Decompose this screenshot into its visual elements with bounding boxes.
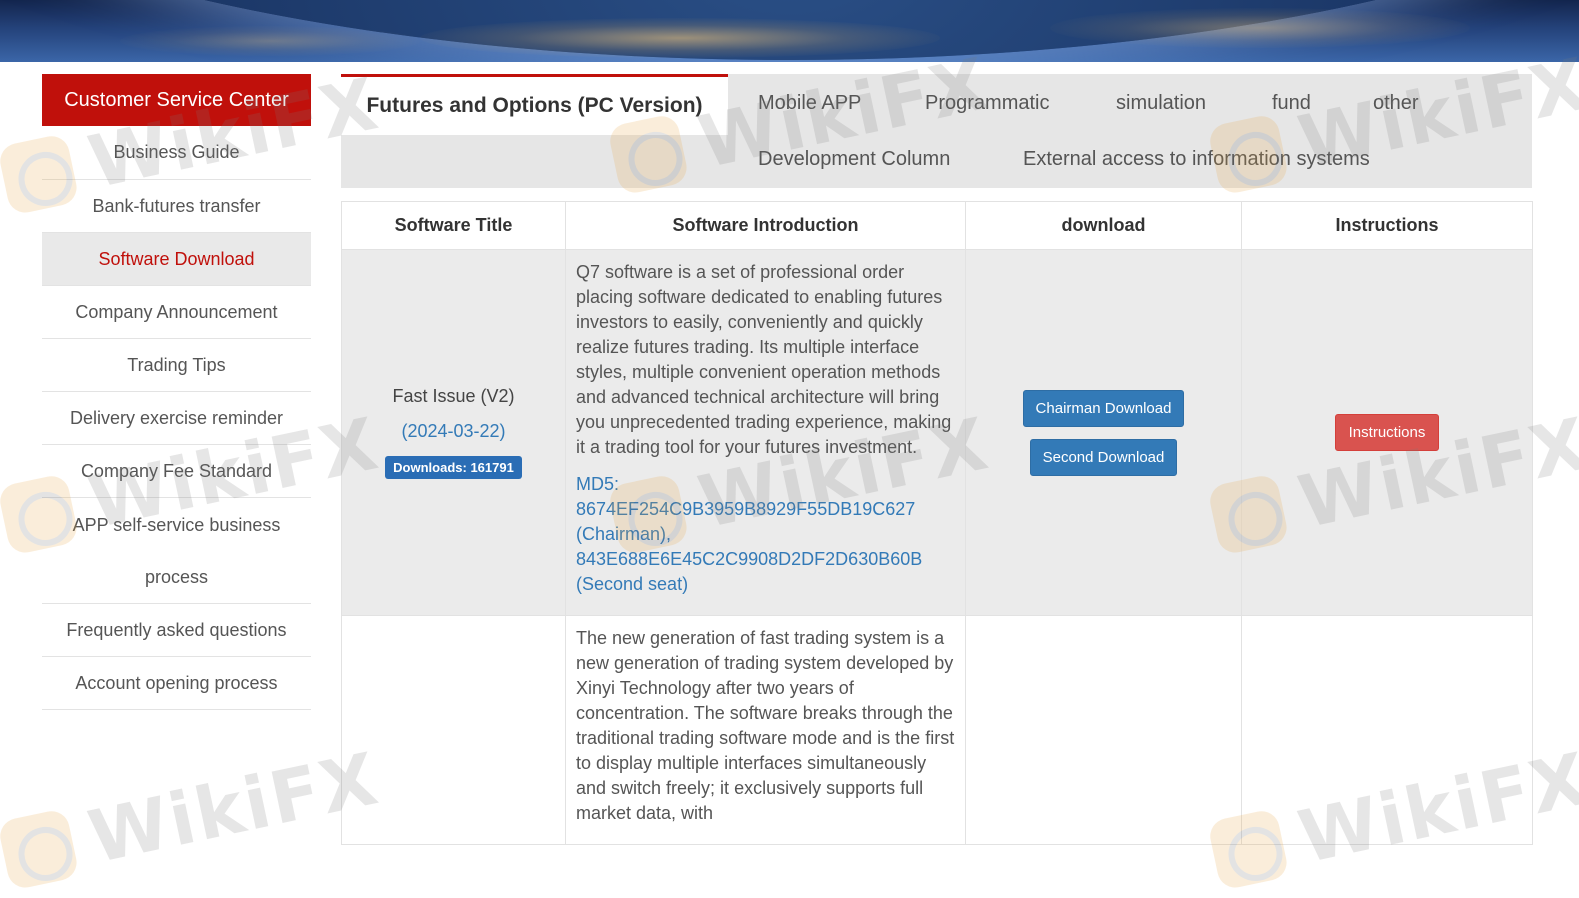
software-intro-cell: The new generation of fast trading syste… [565, 615, 966, 845]
sidebar-item-bank-futures-transfer[interactable]: Bank-futures transfer [42, 180, 311, 233]
sidebar-item-business-guide[interactable]: Business Guide [42, 126, 311, 180]
city-lights [1050, 8, 1470, 48]
top-banner [0, 0, 1579, 62]
header-software-title: Software Title [341, 201, 566, 250]
header-software-introduction: Software Introduction [565, 201, 966, 250]
download-cell [965, 615, 1242, 845]
tab-programmatic[interactable]: Programmatic [925, 92, 1049, 115]
header-instructions: Instructions [1241, 201, 1533, 250]
chairman-download-button[interactable]: Chairman Download [1022, 389, 1185, 427]
software-intro-cell: Q7 software is a set of professional ord… [565, 249, 966, 616]
sidebar-item-company-announcement[interactable]: Company Announcement [42, 286, 311, 339]
tab-bar: Futures and Options (PC Version) Mobile … [341, 74, 1532, 188]
software-date: (2024-03-22) [401, 421, 506, 441]
tab-simulation[interactable]: simulation [1116, 92, 1206, 115]
sidebar-item-faq[interactable]: Frequently asked questions [42, 604, 311, 657]
downloads-badge: Downloads: 161791 [385, 456, 522, 479]
wikifx-logo-icon [0, 807, 80, 891]
city-lights [120, 26, 420, 56]
sidebar-item-app-self-service[interactable]: APP self-service business process [42, 498, 311, 604]
software-intro-text: Q7 software is a set of professional ord… [576, 262, 952, 457]
tab-development-column[interactable]: Development Column [758, 148, 950, 171]
md5-checksum: MD5: 8674EF254C9B3959B8929F55DB19C627 (C… [576, 474, 923, 594]
second-download-button[interactable]: Second Download [1029, 438, 1178, 476]
software-title-cell [341, 615, 566, 845]
sidebar-item-trading-tips[interactable]: Trading Tips [42, 339, 311, 392]
table-row: The new generation of fast trading syste… [341, 615, 1533, 845]
tab-fund[interactable]: fund [1272, 92, 1311, 115]
instructions-cell: Instructions [1241, 249, 1533, 616]
instructions-button[interactable]: Instructions [1334, 414, 1440, 451]
instructions-cell [1241, 615, 1533, 845]
sidebar-item-account-opening[interactable]: Account opening process [42, 657, 311, 710]
software-intro-text: The new generation of fast trading syste… [576, 628, 955, 823]
sidebar-item-delivery-exercise-reminder[interactable]: Delivery exercise reminder [42, 392, 311, 445]
software-name: Fast Issue (V2) [392, 386, 515, 406]
sidebar-item-company-fee-standard[interactable]: Company Fee Standard [42, 445, 311, 498]
software-table: Software Title Software Introduction dow… [341, 201, 1533, 845]
tab-mobile-app[interactable]: Mobile APP [758, 92, 861, 115]
table-header-row: Software Title Software Introduction dow… [341, 201, 1533, 250]
header-download: download [965, 201, 1242, 250]
sidebar: Customer Service Center Business Guide B… [42, 74, 311, 710]
sidebar-header: Customer Service Center [42, 74, 311, 126]
software-title-cell: Fast Issue (V2) (2024-03-22) Downloads: … [341, 249, 566, 616]
tab-futures-options-pc[interactable]: Futures and Options (PC Version) [341, 74, 728, 135]
table-row: Fast Issue (V2) (2024-03-22) Downloads: … [341, 249, 1533, 616]
watermark: WikiFX [0, 736, 386, 897]
sidebar-item-software-download[interactable]: Software Download [42, 233, 311, 286]
tab-external-access[interactable]: External access to information systems [1023, 148, 1370, 171]
city-lights [420, 18, 940, 58]
tab-other[interactable]: other [1373, 92, 1419, 115]
download-cell: Chairman Download Second Download [965, 249, 1242, 616]
